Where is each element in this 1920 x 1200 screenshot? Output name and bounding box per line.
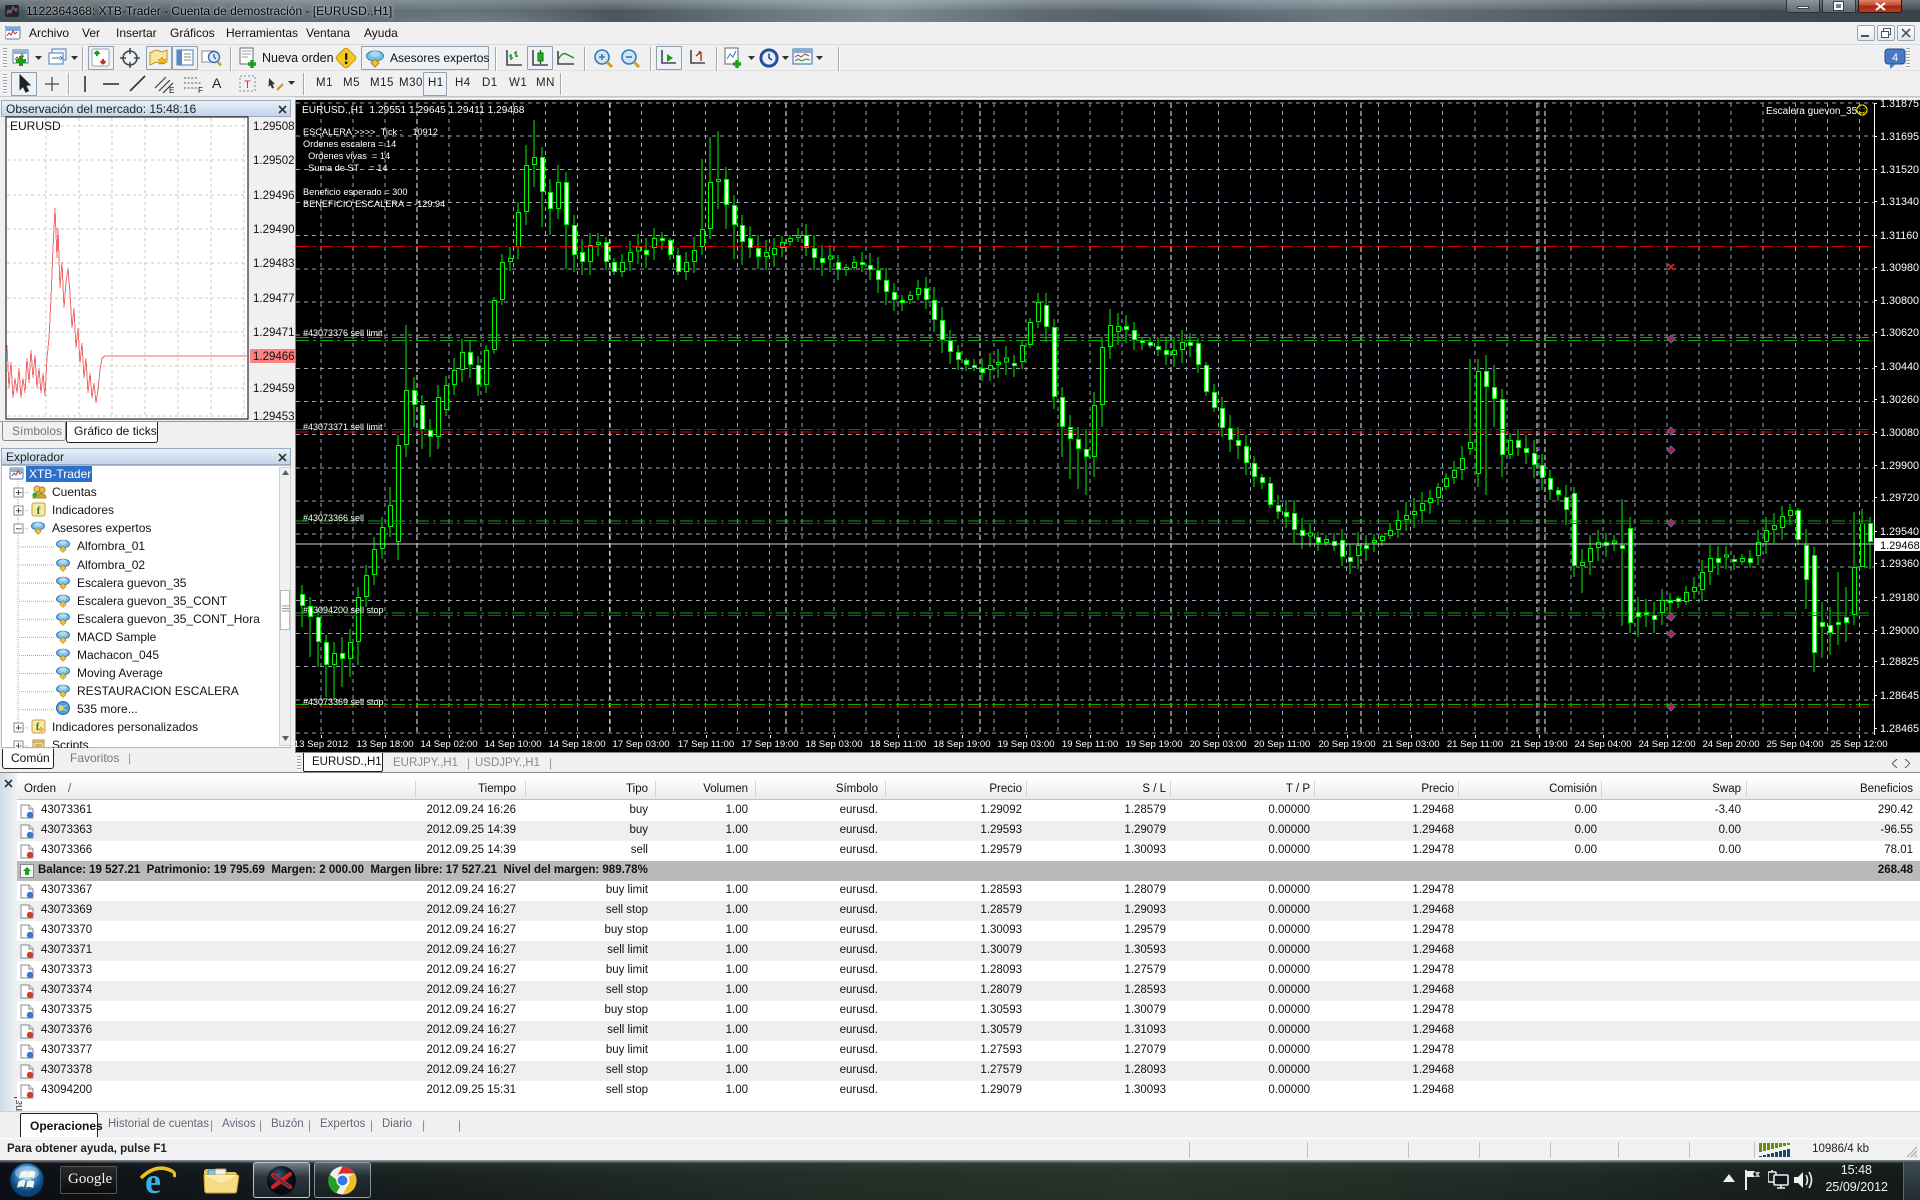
- svg-text:1.29483: 1.29483: [253, 258, 295, 270]
- svg-text:Indicadores personalizados: Indicadores personalizados: [52, 720, 198, 734]
- svg-text:Ordenes vivas = 14: Ordenes vivas = 14: [303, 151, 390, 161]
- svg-text:Escalera guevon_35: Escalera guevon_35: [77, 576, 187, 590]
- svg-text:#43094200 sell stop: #43094200 sell stop: [303, 605, 384, 615]
- svg-text:1.28825: 1.28825: [1880, 656, 1919, 668]
- svg-text:14 Sep 10:00: 14 Sep 10:00: [484, 739, 541, 750]
- svg-text:BENEFICIO ESCALERA = -129.94: BENEFICIO ESCALERA = -129.94: [303, 199, 445, 209]
- svg-text:20 Sep 03:00: 20 Sep 03:00: [1189, 739, 1246, 750]
- svg-text:Escalera guevon_35_CONT_Hora: Escalera guevon_35_CONT_Hora: [77, 612, 260, 626]
- svg-text:1.29540: 1.29540: [1880, 526, 1919, 538]
- svg-text:25 Sep 04:00: 25 Sep 04:00: [1766, 739, 1823, 750]
- svg-text:17 Sep 03:00: 17 Sep 03:00: [612, 739, 669, 750]
- svg-text:1.29900: 1.29900: [1880, 460, 1919, 472]
- svg-text:1.29360: 1.29360: [1880, 558, 1919, 570]
- svg-text:Moving Average: Moving Average: [77, 666, 163, 680]
- svg-text:1.29471: 1.29471: [253, 327, 295, 339]
- svg-text:1.28645: 1.28645: [1880, 690, 1919, 702]
- svg-text:1.28465: 1.28465: [1880, 723, 1919, 735]
- svg-text:1.31340: 1.31340: [1880, 196, 1919, 208]
- svg-text:1.30440: 1.30440: [1880, 361, 1919, 373]
- svg-text:RESTAURACION ESCALERA: RESTAURACION ESCALERA: [77, 684, 239, 698]
- svg-text:1.29720: 1.29720: [1880, 492, 1919, 504]
- svg-text:18 Sep 19:00: 18 Sep 19:00: [933, 739, 990, 750]
- svg-text:ESCALERA >>>> Tick : 10912: ESCALERA >>>> Tick : 10912: [303, 127, 438, 137]
- svg-text:Scripts: Scripts: [52, 738, 89, 748]
- svg-text:4: 4: [1892, 52, 1898, 64]
- svg-text:EURUSD: EURUSD: [10, 119, 61, 133]
- svg-text:1.31695: 1.31695: [1880, 131, 1919, 143]
- svg-text:18 Sep 03:00: 18 Sep 03:00: [805, 739, 862, 750]
- svg-text:Ordenes escalera = 14: Ordenes escalera = 14: [303, 139, 396, 149]
- svg-text:24 Sep 20:00: 24 Sep 20:00: [1702, 739, 1759, 750]
- svg-text:1.30260: 1.30260: [1880, 394, 1919, 406]
- svg-text:f: f: [37, 505, 41, 517]
- svg-text:1.29000: 1.29000: [1880, 625, 1919, 637]
- svg-text:13 Sep 2012: 13 Sep 2012: [295, 739, 348, 750]
- svg-text:1.29468: 1.29468: [1880, 540, 1920, 552]
- svg-text:19 Sep 19:00: 19 Sep 19:00: [1125, 739, 1182, 750]
- svg-text:F: F: [198, 86, 203, 94]
- svg-text:XTB-Trader: XTB-Trader: [29, 467, 91, 481]
- svg-text:1.29508: 1.29508: [253, 121, 295, 133]
- svg-text:13 Sep 18:00: 13 Sep 18:00: [356, 739, 413, 750]
- svg-text:20 Sep 19:00: 20 Sep 19:00: [1318, 739, 1375, 750]
- svg-text:1.29490: 1.29490: [253, 224, 295, 236]
- svg-text:1.30800: 1.30800: [1880, 295, 1919, 307]
- svg-text:T: T: [244, 79, 251, 91]
- svg-text:21 Sep 11:00: 21 Sep 11:00: [1447, 739, 1503, 750]
- svg-text:14 Sep 02:00: 14 Sep 02:00: [420, 739, 477, 750]
- svg-text:20 Sep 11:00: 20 Sep 11:00: [1254, 739, 1310, 750]
- svg-text:1.29180: 1.29180: [1880, 592, 1919, 604]
- svg-text:19 Sep 11:00: 19 Sep 11:00: [1062, 739, 1118, 750]
- svg-text:17 Sep 19:00: 17 Sep 19:00: [741, 739, 798, 750]
- svg-text:MACD Sample: MACD Sample: [77, 630, 157, 644]
- svg-text:19 Sep 03:00: 19 Sep 03:00: [997, 739, 1054, 750]
- svg-text:E: E: [169, 86, 174, 94]
- svg-text:25 Sep 12:00: 25 Sep 12:00: [1830, 739, 1887, 750]
- svg-text:21 Sep 03:00: 21 Sep 03:00: [1382, 739, 1439, 750]
- svg-text:535 more...: 535 more...: [77, 702, 138, 716]
- svg-text:1.31520: 1.31520: [1880, 164, 1919, 176]
- svg-text:Alfombra_01: Alfombra_01: [77, 539, 145, 553]
- svg-text:#43073366 sell: #43073366 sell: [303, 513, 364, 523]
- svg-text:Alfombra_02: Alfombra_02: [77, 558, 145, 572]
- svg-text:Beneficio esperado = 300: Beneficio esperado = 300: [303, 187, 407, 197]
- svg-text:Cuentas: Cuentas: [52, 485, 97, 499]
- svg-text:Escalera guevon_35: Escalera guevon_35: [1766, 106, 1858, 117]
- svg-text:24 Sep 12:00: 24 Sep 12:00: [1638, 739, 1695, 750]
- svg-text:18 Sep 11:00: 18 Sep 11:00: [870, 739, 926, 750]
- svg-text:1.29496: 1.29496: [253, 190, 295, 202]
- svg-text:1.29477: 1.29477: [253, 293, 295, 305]
- svg-text:21 Sep 19:00: 21 Sep 19:00: [1510, 739, 1567, 750]
- svg-text:24 Sep 04:00: 24 Sep 04:00: [1574, 739, 1631, 750]
- svg-text:#43073371 sell limit: #43073371 sell limit: [303, 422, 383, 432]
- svg-text:1.29466: 1.29466: [253, 351, 295, 363]
- svg-text:#43073369 sell stop: #43073369 sell stop: [303, 697, 384, 707]
- svg-text:1.30620: 1.30620: [1880, 327, 1919, 339]
- svg-text:Suma de ST = 14: Suma de ST = 14: [303, 163, 388, 173]
- svg-text:1.29502: 1.29502: [253, 155, 295, 167]
- svg-text:14 Sep 18:00: 14 Sep 18:00: [548, 739, 605, 750]
- svg-text:Indicadores: Indicadores: [52, 503, 114, 517]
- svg-text:Escalera guevon_35_CONT: Escalera guevon_35_CONT: [77, 594, 228, 608]
- svg-text:1.29459: 1.29459: [253, 383, 295, 395]
- svg-text:EURUSD.,H1 1.29551 1.29645 1.: EURUSD.,H1 1.29551 1.29645 1.29411 1.294…: [302, 105, 525, 116]
- svg-text:1.30980: 1.30980: [1880, 262, 1919, 274]
- svg-text:#43073376 sell limit: #43073376 sell limit: [303, 328, 383, 338]
- svg-text:1.31875: 1.31875: [1880, 98, 1919, 110]
- svg-text:17 Sep 11:00: 17 Sep 11:00: [678, 739, 734, 750]
- svg-text:Machacon_045: Machacon_045: [77, 648, 159, 662]
- svg-text:1.31160: 1.31160: [1880, 230, 1918, 242]
- svg-text:1.30080: 1.30080: [1880, 427, 1919, 439]
- svg-text:Asesores expertos: Asesores expertos: [52, 521, 151, 535]
